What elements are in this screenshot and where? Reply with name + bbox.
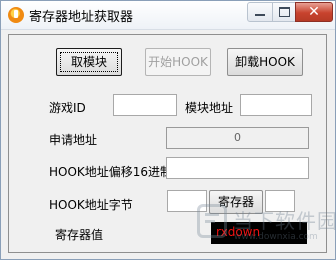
register-value-display: rxdown [211,222,307,244]
apply-address-input[interactable]: 0 [166,127,309,149]
minimize-button[interactable] [247,2,273,22]
close-button[interactable]: ✕ [295,2,333,22]
start-hook-button-label: 开始HOOK [148,55,208,69]
register-value-text: rxdown [216,225,261,239]
hook-offset-label: HOOK地址偏移16进制 [49,165,173,179]
window-title: 寄存器地址获取器 [29,10,134,25]
register-button-label: 寄存器 [217,195,254,209]
hook-bytes-input[interactable] [167,190,207,212]
get-module-button[interactable]: 取模块 [56,48,122,76]
minimize-icon [255,14,265,16]
register-value-label: 寄存器值 [55,228,104,242]
hook-bytes-label: HOOK地址字节 [49,198,133,212]
unload-hook-button[interactable]: 卸载HOOK [227,48,303,76]
hook-offset-input[interactable] [166,157,309,179]
game-id-input[interactable] [113,94,177,116]
unload-hook-button-label: 卸载HOOK [235,55,295,69]
apply-address-label: 申请地址 [49,133,98,147]
title-bar[interactable]: 寄存器地址获取器 ✕ [1,1,335,30]
maximize-button[interactable] [272,2,296,22]
module-address-label: 模块地址 [185,101,234,115]
game-id-label: 游戏ID [49,101,86,115]
focus-ring [60,52,118,72]
app-logo-icon [8,7,24,23]
module-address-input[interactable] [240,94,312,116]
app-window: 寄存器地址获取器 ✕ 取模块 开始HOOK 卸载HOOK 游戏ID 模块地址 申… [0,0,336,260]
start-hook-button[interactable]: 开始HOOK [145,48,211,76]
maximize-icon [278,7,290,17]
close-icon: ✕ [308,4,320,20]
register-select[interactable] [265,190,295,212]
register-button[interactable]: 寄存器 [209,190,263,214]
